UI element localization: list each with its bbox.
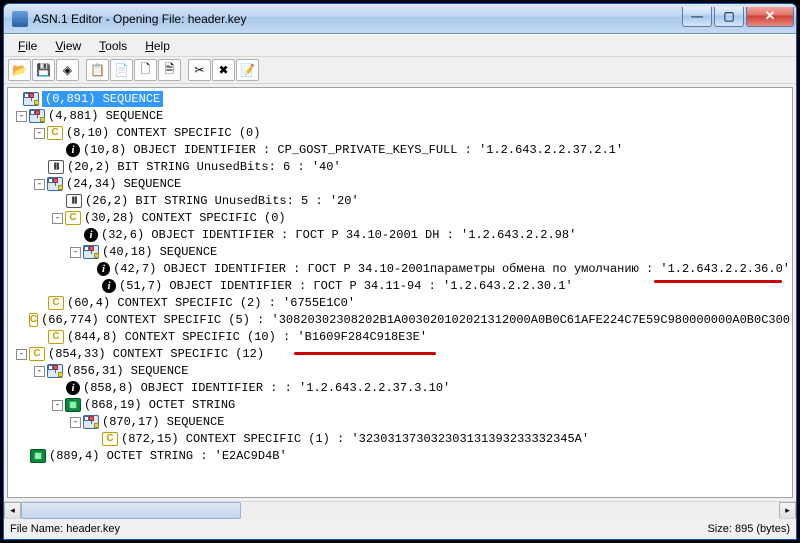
context-icon: C [29,347,45,361]
copy-button[interactable]: 📋 [86,59,109,81]
sequence-icon [29,109,45,123]
menu-help[interactable]: Help [137,37,178,55]
save-button[interactable]: 💾 [32,59,55,81]
statusbar: File Name: header.key Size: 895 (bytes) [4,518,796,539]
expand-toggle[interactable]: - [52,213,63,224]
tree-row[interactable]: -▦(868,19) OCTET STRING [10,397,790,413]
tree-row[interactable]: i(858,8) OBJECT IDENTIFIER : : '1.2.643.… [10,380,790,396]
refresh-button[interactable]: ◈ [56,59,79,81]
expand-toggle[interactable]: - [70,247,81,258]
sequence-icon [23,92,39,106]
tree-row[interactable]: -(4,881) SEQUENCE [10,108,790,124]
sequence-icon [47,177,63,191]
tree-row[interactable]: -(870,17) SEQUENCE [10,414,790,430]
delete-button[interactable]: ✖ [212,59,235,81]
expand-toggle[interactable]: - [34,366,45,377]
new-button[interactable]: 🗋 [134,59,157,81]
highlight-underline [654,280,782,283]
expand-toggle[interactable]: - [70,417,81,428]
tree-panel[interactable]: (0,891) SEQUENCE -(4,881) SEQUENCE -C(8,… [7,87,793,498]
bitstring-icon: ∥∥ [48,160,64,174]
sequence-icon [83,245,99,259]
minimize-button[interactable]: — [682,7,712,27]
oid-icon: i [66,143,80,157]
context-icon: C [65,211,81,225]
menubar: File View Tools Help [4,34,796,56]
tree-row[interactable]: i(10,8) OBJECT IDENTIFIER : CP_GOST_PRIV… [10,142,790,158]
tree-row[interactable]: ∥∥(26,2) BIT STRING UnusedBits: 5 : '20' [10,193,790,209]
open-button[interactable]: 📂 [8,59,31,81]
tree-row[interactable]: C(872,15) CONTEXT SPECIFIC (1) : '323031… [10,431,790,447]
horizontal-scrollbar[interactable]: ◂ ▸ [4,501,796,518]
tree-row[interactable]: i(42,7) OBJECT IDENTIFIER : ГОСТ Р 34.10… [10,261,790,277]
menu-tools[interactable]: Tools [91,37,135,55]
tree-row[interactable]: -C(8,10) CONTEXT SPECIFIC (0) [10,125,790,141]
app-icon [12,11,28,27]
bitstring-icon: ∥∥ [66,194,82,208]
sequence-icon [47,364,63,378]
properties-button[interactable]: 📝 [236,59,259,81]
oid-icon: i [84,228,98,242]
tree-row[interactable]: i(32,6) OBJECT IDENTIFIER : ГОСТ Р 34.10… [10,227,790,243]
context-icon: C [47,126,63,140]
context-icon: C [48,296,64,310]
tree-row[interactable]: -(24,34) SEQUENCE [10,176,790,192]
doc-button[interactable]: 🗎 [158,59,181,81]
maximize-button[interactable]: ▢ [714,7,744,27]
expand-toggle[interactable]: - [16,349,27,360]
toolbar: 📂 💾 ◈ 📋 📄 🗋 🗎 ✂ ✖ 📝 [4,56,796,84]
scroll-right-button[interactable]: ▸ [779,502,796,519]
scroll-track[interactable] [21,502,779,519]
tree-row[interactable]: C(60,4) CONTEXT SPECIFIC (2) : '6755E1C0… [10,295,790,311]
menu-view[interactable]: View [47,37,89,55]
window-title: ASN.1 Editor - Opening File: header.key [33,12,682,26]
titlebar[interactable]: ASN.1 Editor - Opening File: header.key … [4,4,796,34]
tree-row[interactable]: -(40,18) SEQUENCE [10,244,790,260]
tree-row[interactable]: C(844,8) CONTEXT SPECIFIC (10) : 'B1609F… [10,329,790,345]
octet-icon: ▦ [65,398,81,412]
octet-icon: ▦ [30,449,46,463]
close-button[interactable]: ✕ [746,7,794,27]
tree-row[interactable]: -(856,31) SEQUENCE [10,363,790,379]
cut-button[interactable]: ✂ [188,59,211,81]
tree-row[interactable]: ▦(889,4) OCTET STRING : 'E2AC9D4B' [10,448,790,464]
tree-row[interactable]: -C(30,28) CONTEXT SPECIFIC (0) [10,210,790,226]
scroll-thumb[interactable] [21,502,241,519]
menu-file[interactable]: File [10,37,45,55]
expand-toggle[interactable]: - [34,179,45,190]
oid-icon: i [97,262,110,276]
status-filename: File Name: header.key [10,523,120,535]
expand-toggle[interactable]: - [16,111,27,122]
highlight-underline [294,352,436,355]
paste-button[interactable]: 📄 [110,59,133,81]
context-icon: C [48,330,64,344]
oid-icon: i [66,381,80,395]
expand-toggle[interactable]: - [34,128,45,139]
context-icon: C [29,313,38,327]
sequence-icon [83,415,99,429]
status-size: Size: 895 (bytes) [707,523,790,535]
context-icon: C [102,432,118,446]
scroll-left-button[interactable]: ◂ [4,502,21,519]
app-window: ASN.1 Editor - Opening File: header.key … [3,3,797,540]
tree-row[interactable]: ∥∥(20,2) BIT STRING UnusedBits: 6 : '40' [10,159,790,175]
tree-row[interactable]: (0,891) SEQUENCE [10,91,790,107]
expand-toggle[interactable]: - [52,400,63,411]
tree-row[interactable]: C(66,774) CONTEXT SPECIFIC (5) : '308203… [10,312,790,328]
oid-icon: i [102,279,116,293]
